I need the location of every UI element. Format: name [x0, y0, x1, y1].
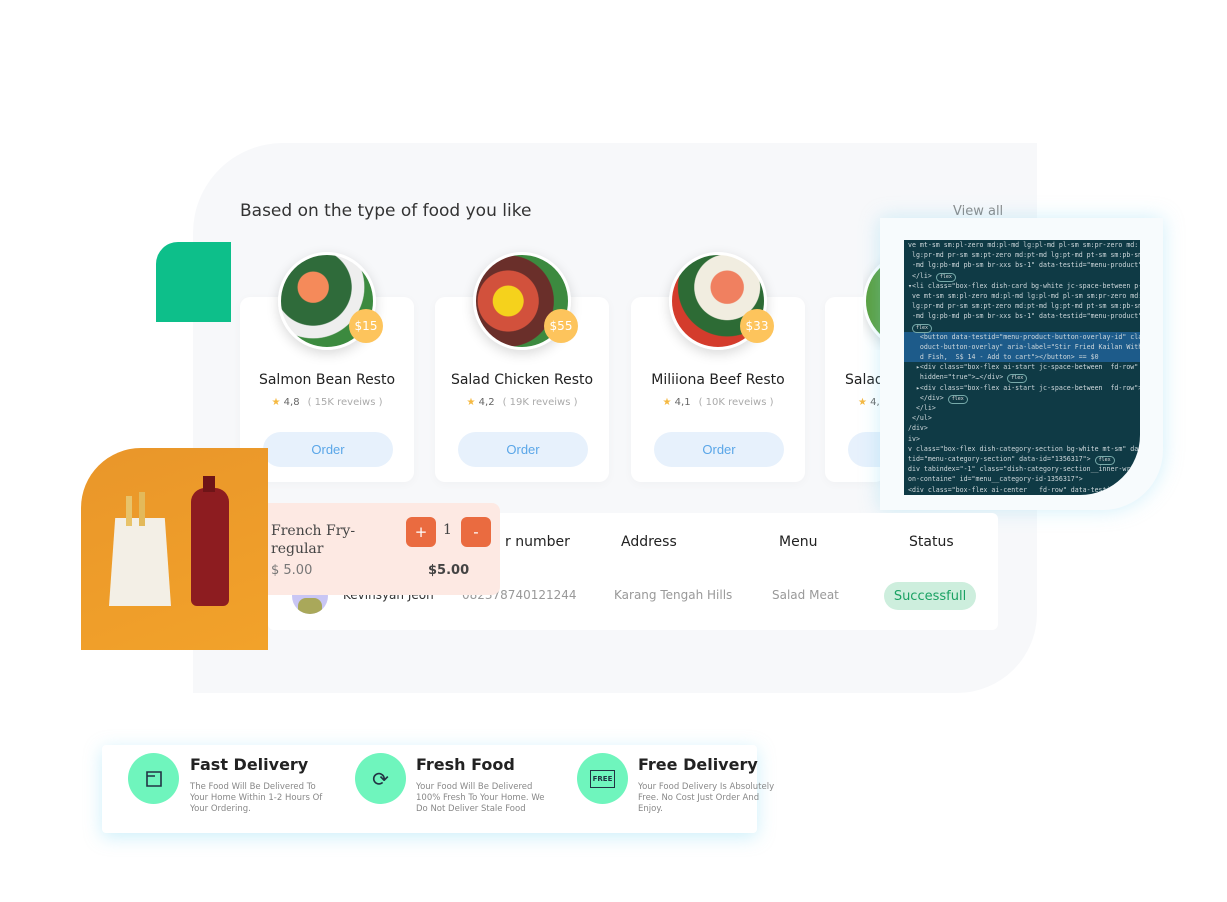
customer-address: Karang Tengah Hills — [614, 588, 733, 602]
code-line: iv> — [908, 434, 920, 443]
customer-menu: Salad Meat — [772, 588, 839, 602]
order-button[interactable]: Order — [654, 432, 784, 467]
code-line: -md lg:pb-md pb-sm br-xxs bs-1" data-tes… — [908, 312, 1140, 321]
feature-title: Fast Delivery — [190, 755, 309, 774]
code-line: ve mt-sm sm:pl-zero md:pl-md lg:pl-md pl… — [908, 241, 1139, 249]
price-badge: $33 — [740, 309, 774, 343]
order-button[interactable]: Order — [263, 432, 393, 467]
price-badge: $55 — [544, 309, 578, 343]
restaurant-name: Miliiona Beef Resto — [651, 372, 785, 388]
header-status: Status — [909, 534, 954, 550]
feature-desc: The Food Will Be Delivered To Your Home … — [190, 782, 323, 814]
code-line: d Fish, S$ 14 - Add to cart"></button> =… — [904, 352, 1140, 363]
quantity-value: 1 — [443, 522, 452, 538]
section-title: Based on the type of food you like — [240, 201, 532, 221]
code-line: <button data-testid="menu-product-button… — [904, 331, 1140, 342]
star-icon: ★ — [858, 397, 867, 408]
star-icon: ★ — [271, 397, 281, 408]
cart-item-name: French Fry-regular — [271, 523, 356, 557]
rating: ★ 4, — [858, 397, 880, 408]
star-icon: ★ — [466, 397, 476, 408]
feature-title: Free Delivery — [638, 755, 758, 774]
code-line: </li> flex — [904, 271, 1140, 282]
order-button[interactable]: Order — [458, 432, 588, 467]
code-line: ▾<li class="box-flex dish-card bg-white … — [908, 281, 1140, 290]
status-badge: Successfull — [884, 582, 976, 610]
header-phone: r number — [505, 534, 570, 550]
rating: ★ 4,2( 19K reveiws ) — [466, 397, 578, 408]
code-line: ve mt-sm sm:pl-zero md:pl-md lg:pl-md pl… — [908, 291, 1140, 300]
feature-title: Fresh Food — [416, 755, 515, 774]
view-all-link[interactable]: View all — [953, 204, 1003, 219]
price-badge: $15 — [349, 309, 383, 343]
code-line: /div> — [908, 424, 928, 433]
box-icon — [128, 753, 179, 804]
code-line: div tabindex="-1" class="dish-category-s… — [908, 465, 1139, 474]
refresh-icon: ⟳ — [355, 753, 406, 804]
code-line: v class="box-flex dish-category-section … — [908, 444, 1140, 453]
code-line: -md lg:pb-md pb-sm br-xxs bs-1" data-tes… — [908, 261, 1140, 270]
rating: ★ 4,1( 10K reveiws ) — [662, 397, 774, 408]
code-line: </div> flex — [904, 393, 1140, 404]
rating: ★ 4,8( 15K reveiws ) — [271, 397, 383, 408]
feature-desc: Your Food Will Be Delivered 100% Fresh T… — [416, 782, 545, 814]
code-line: tid="menu-category-section" data-id="135… — [904, 454, 1140, 465]
restaurant-name: Salad — [845, 372, 884, 388]
french-fries-image — [81, 448, 268, 650]
devtools-code-panel: ve mt-sm sm:pl-zero md:pl-md lg:pl-md pl… — [904, 240, 1140, 495]
total-price: $5.00 — [428, 563, 470, 578]
decorative-green-block — [156, 242, 231, 322]
code-line: lg:pr-md pr-sm sm:pt-zero md:pt-md lg:pt… — [908, 251, 1140, 260]
code-line: oduct-button-overlay" aria-label="Stir F… — [904, 341, 1140, 353]
code-line: on-containe" id="menu__category-id-13563… — [908, 475, 1083, 484]
feature-desc: Your Food Delivery Is Absolutely Free. N… — [638, 782, 775, 814]
code-line: lg:pr-md pr-sm sm:pt-zero md:pt-md lg:pt… — [908, 302, 1140, 311]
header-address: Address — [621, 534, 677, 550]
flex-badge: flex — [947, 394, 968, 404]
increase-quantity-button[interactable]: + — [406, 517, 436, 547]
restaurant-name: Salad Chicken Resto — [450, 372, 594, 388]
code-line: ▸<div class="box-flex ai-start jc-space-… — [908, 383, 1140, 392]
unit-price: $ 5.00 — [271, 563, 313, 578]
code-line: </ul> — [908, 414, 932, 423]
code-line: ▸<div class="box-flex ai-start jc-space-… — [908, 363, 1139, 372]
free-icon: FREE — [577, 753, 628, 804]
header-menu: Menu — [779, 534, 818, 550]
restaurant-name: Salmon Bean Resto — [258, 372, 396, 388]
code-line: hidden="true">…</div> flex — [904, 372, 1140, 384]
code-line: </li> — [908, 404, 936, 412]
code-line: flex — [904, 322, 1140, 333]
star-icon: ★ — [662, 397, 672, 408]
decrease-quantity-button[interactable]: - — [461, 517, 491, 547]
